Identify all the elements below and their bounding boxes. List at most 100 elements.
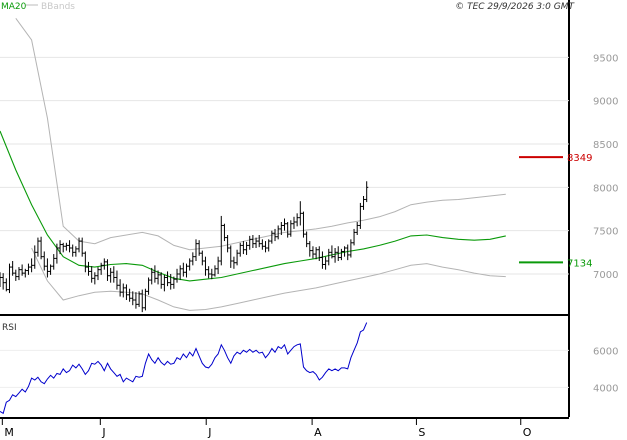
copyright-text: © TEC 29/9/2026 3:0 GMT xyxy=(455,2,575,12)
ohlc-bar xyxy=(61,242,65,253)
ohlc-bar xyxy=(23,268,27,278)
ohlc-bar xyxy=(102,258,106,270)
ohlc-bar xyxy=(226,235,230,253)
ohlc-bar xyxy=(282,218,287,231)
stock-chart: 7000 7500 8000 8500 9000 9500 4000 6000 8349 71… xyxy=(0,0,618,439)
bband-upper xyxy=(15,18,506,251)
ohlc-bar xyxy=(105,259,110,281)
price-tick-label: 8500 xyxy=(593,140,618,151)
ohlc-bar xyxy=(162,274,166,292)
ohlc-bar xyxy=(358,202,362,229)
ohlc-bar xyxy=(52,254,56,270)
ohlc-bar xyxy=(203,256,208,276)
ohlc-bar xyxy=(235,249,239,266)
ohlc-bar xyxy=(292,216,296,229)
ohlc-bar xyxy=(42,251,46,271)
ohlc-bar xyxy=(121,283,125,298)
ohlc-bar xyxy=(295,213,299,227)
ohlc-bar xyxy=(333,248,337,263)
ohlc-bar xyxy=(146,277,151,295)
ohlc-bar xyxy=(1,273,5,290)
ohlc-bar xyxy=(118,279,122,297)
ohlc-bar xyxy=(314,247,318,260)
ohlc-bar xyxy=(229,245,233,268)
ohlc-bar xyxy=(270,230,274,244)
ohlc-bar xyxy=(39,236,43,260)
rsi-y-ticks: 4000 6000 xyxy=(0,346,618,394)
ohlc-bar xyxy=(191,252,195,266)
bband-lower xyxy=(31,247,506,311)
price-tick-label: 7000 xyxy=(593,270,618,281)
ohlc-bar xyxy=(58,240,62,255)
ohlc-bar xyxy=(109,267,113,283)
ohlc-bar xyxy=(216,256,220,274)
ohlc-bar xyxy=(298,201,302,226)
ohlc-bar xyxy=(83,251,87,273)
ma20-series xyxy=(0,130,506,282)
ohlc-bar xyxy=(355,222,359,235)
ohlc-bar xyxy=(317,246,321,261)
ohlc-bar xyxy=(36,237,40,257)
legend-bbands: BBands xyxy=(41,2,75,12)
ohlc-bar xyxy=(213,265,217,277)
ohlc-bar xyxy=(181,262,185,277)
price-y-ticks: 7000 7500 8000 8500 9000 9500 xyxy=(593,53,618,281)
price-levels: 8349 7134 xyxy=(519,153,592,269)
ohlc-bar xyxy=(244,241,249,255)
ohlc-bar xyxy=(339,248,343,261)
ohlc-bar xyxy=(330,245,334,259)
ohlc-bar xyxy=(361,196,366,210)
ohlc-bar xyxy=(159,272,163,289)
ohlc-bar xyxy=(207,266,211,279)
ohlc-bar xyxy=(26,263,31,275)
ohlc-bar xyxy=(311,246,315,259)
ohlc-bar xyxy=(175,268,179,283)
ohlc-bar xyxy=(99,262,103,275)
ohlc-bar xyxy=(349,239,353,258)
ohlc-bar xyxy=(134,292,138,309)
ohlc-bar xyxy=(30,258,34,273)
rsi-title: RSI xyxy=(2,323,17,333)
ohlc-bar xyxy=(251,235,255,248)
ohlc-bar xyxy=(45,258,50,278)
chart-frames xyxy=(0,0,570,419)
ohlc-bar xyxy=(352,228,356,246)
ohlc-bar xyxy=(71,244,75,257)
x-tick-label: J xyxy=(207,426,211,439)
ohlc-bar xyxy=(323,256,328,270)
ohlc-bar xyxy=(74,246,78,257)
ohlc-bar xyxy=(128,288,132,302)
price-tick-label: 7500 xyxy=(593,227,618,238)
ohlc-bar xyxy=(305,231,309,248)
ohlc-bar xyxy=(4,278,8,292)
ohlc-bar xyxy=(14,269,18,281)
ohlc-bar xyxy=(267,239,271,252)
x-axis: MJJASO xyxy=(1,418,532,439)
ohlc-bar xyxy=(276,225,280,240)
ma20-line xyxy=(0,130,506,282)
price-gridlines xyxy=(0,56,569,275)
ohlc-bar xyxy=(301,211,306,238)
ohlc-bar xyxy=(200,250,204,266)
ohlc-bar xyxy=(222,223,227,242)
ohlc-bar xyxy=(80,237,84,257)
ohlc-bar xyxy=(346,244,350,261)
ohlc-bar xyxy=(178,265,182,281)
ohlc-bar xyxy=(308,241,312,257)
x-tick-label: M xyxy=(4,426,14,439)
rsi-tick-label: 6000 xyxy=(593,346,618,357)
price-tick-label: 9000 xyxy=(593,97,618,108)
x-tick-label: O xyxy=(523,426,532,439)
ohlc-bar xyxy=(365,181,369,203)
price-tick-label: 9500 xyxy=(593,53,618,64)
ohlc-bar xyxy=(263,241,268,253)
ohlc-bar xyxy=(194,239,198,261)
ohlc-bar xyxy=(64,242,68,251)
x-tick-label: A xyxy=(314,426,322,439)
ohlc-bar xyxy=(115,270,119,290)
x-tick-label: S xyxy=(418,426,425,439)
ohlc-bar xyxy=(232,256,236,269)
ohlc-bar xyxy=(241,241,246,255)
rsi-line xyxy=(0,322,368,415)
rsi-tick-label: 4000 xyxy=(593,383,618,394)
